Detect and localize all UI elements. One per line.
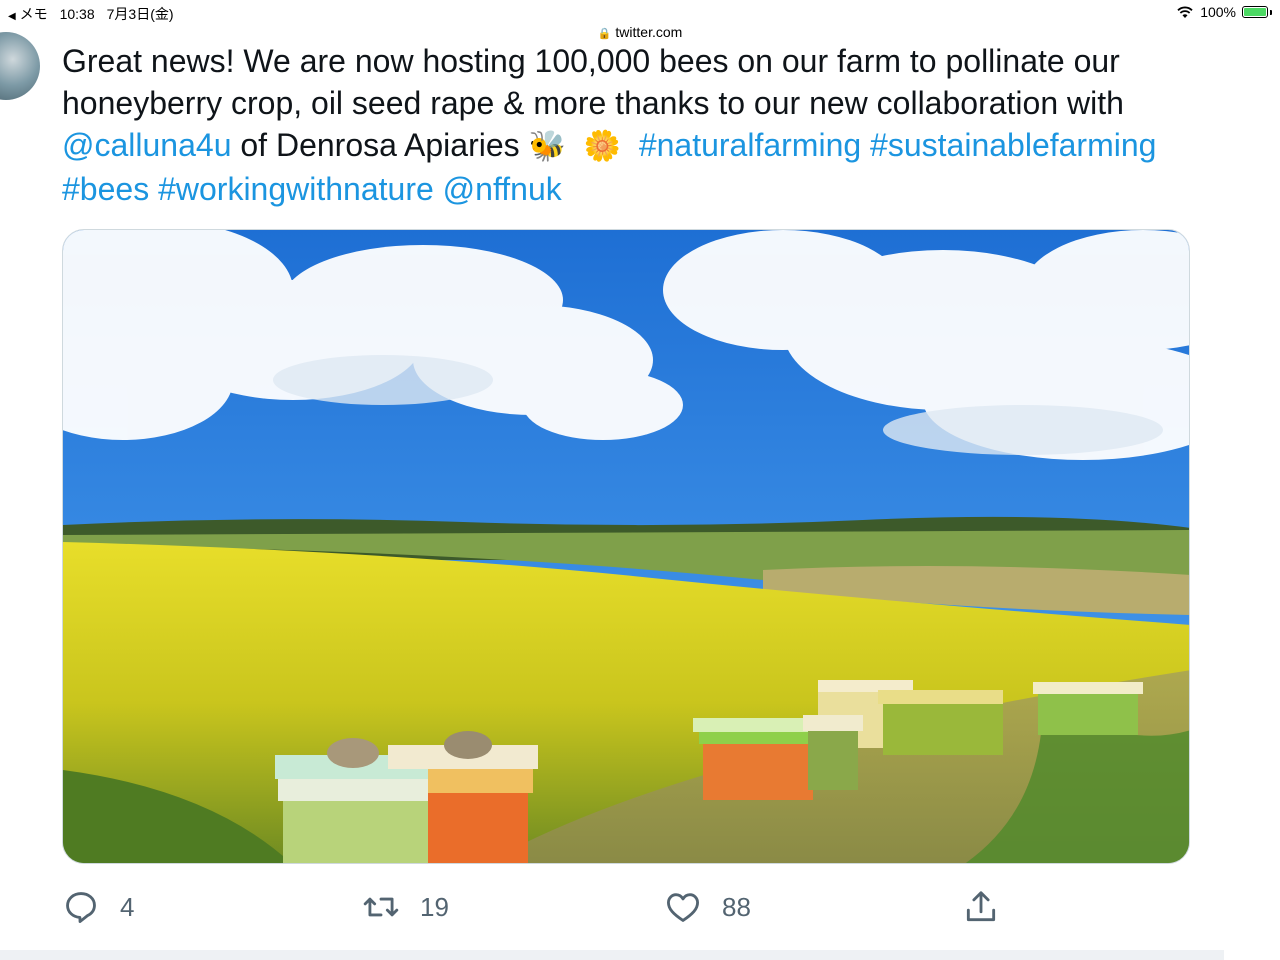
bottom-divider (0, 950, 1224, 960)
retweet-count: 19 (420, 891, 449, 922)
back-arrow-icon: ◀ (8, 11, 16, 22)
share-icon (966, 891, 996, 922)
blossom-emoji-icon: 🌼 (583, 129, 622, 164)
battery-cap (1270, 9, 1272, 15)
retweet-icon (363, 897, 399, 917)
bee-emoji-icon: 🐝 (528, 129, 566, 164)
tweet-photo[interactable] (62, 229, 1190, 864)
tweet-actions: 4 19 88 (0, 888, 1280, 932)
avatar[interactable] (0, 32, 40, 100)
status-date: 7月3日(金) (106, 6, 174, 22)
battery-icon (1242, 6, 1268, 18)
photo-illustration (63, 230, 1189, 863)
address-bar[interactable]: 🔒 twitter.com (0, 24, 1280, 40)
tweet-text-part2: of Denrosa Apiaries (231, 127, 529, 163)
tweet-text-part1: Great news! We are now hosting 100,000 b… (62, 43, 1124, 121)
status-time: 10:38 (59, 6, 95, 22)
hashtag-workingwithnature-link[interactable]: #workingwithnature (158, 171, 434, 207)
mention-calluna4u-link[interactable]: @calluna4u (62, 127, 231, 163)
hashtag-bees-link[interactable]: #bees (62, 171, 149, 207)
reply-icon (66, 892, 96, 923)
tweet-text: Great news! We are now hosting 100,000 b… (62, 40, 1232, 210)
url-text: twitter.com (615, 24, 683, 40)
beehive-group-middle (693, 715, 863, 800)
reply-count: 4 (120, 891, 135, 922)
reply-button[interactable]: 4 (62, 888, 134, 926)
status-bar: ◀ メモ 10:38 7月3日(金) 100% (0, 0, 1280, 24)
retweet-button[interactable]: 19 (362, 888, 449, 926)
like-icon (667, 893, 699, 922)
hashtag-sustainablefarming-link[interactable]: #sustainablefarming (870, 127, 1156, 163)
mention-nffnuk-link[interactable]: @nffnuk (443, 171, 562, 207)
back-to-app-button[interactable]: ◀ メモ (8, 4, 48, 24)
like-count: 88 (722, 891, 751, 922)
lock-icon: 🔒 (597, 28, 612, 40)
wifi-icon (1177, 6, 1193, 18)
back-app-label: メモ (19, 6, 48, 22)
battery-percent: 100% (1200, 4, 1236, 20)
hashtag-naturalfarming-link[interactable]: #naturalfarming (639, 127, 861, 163)
share-button[interactable] (962, 888, 1000, 926)
battery-fill (1244, 8, 1266, 16)
like-button[interactable]: 88 (664, 888, 751, 926)
